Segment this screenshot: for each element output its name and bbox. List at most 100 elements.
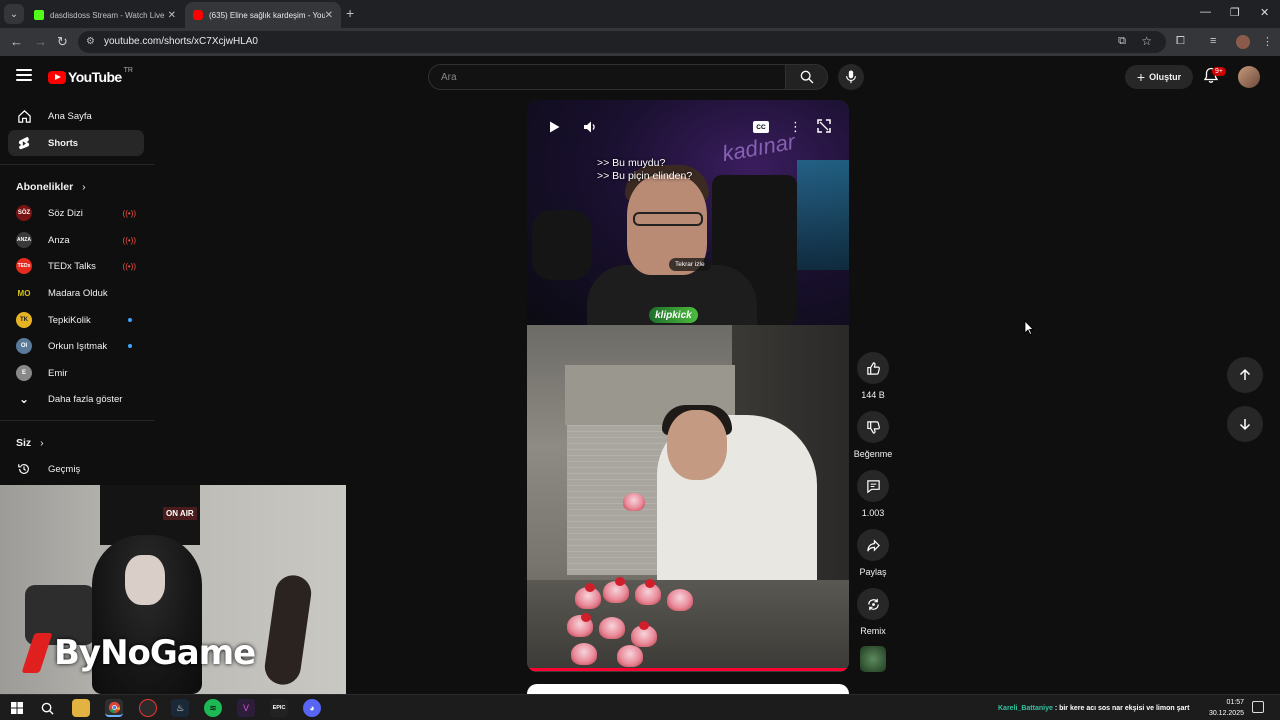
profile-avatar-icon[interactable] (1236, 35, 1250, 49)
pavlova-dessert (667, 589, 693, 611)
steam-icon[interactable]: ♨ (171, 699, 189, 717)
channel-avatar: OI (16, 338, 32, 354)
next-short-button[interactable] (1227, 406, 1263, 442)
create-label: Oluştur (1149, 72, 1182, 82)
channel-name: Anza (48, 234, 70, 246)
play-icon (550, 121, 560, 133)
previous-short-button[interactable] (1227, 357, 1263, 393)
extensions-icon[interactable]: ⧠ (1176, 35, 1185, 48)
dislike-label: Beğenme (853, 449, 893, 459)
share-button[interactable] (857, 529, 889, 561)
sidebar-item-soz-dizi[interactable]: SÖZ Söz Dizi ((•)) (8, 202, 144, 224)
system-clock[interactable]: 01:57 30.12.2025 (1198, 697, 1244, 719)
spotify-icon[interactable]: ≋ (204, 699, 222, 717)
chrome-icon[interactable] (105, 699, 123, 717)
sidebar-item-history[interactable]: Geçmiş (8, 458, 144, 480)
bynogame-logo: ByNoGame (21, 633, 256, 673)
address-bar-row: ← → ↻ ⚙ youtube.com/shorts/xC7XcjwHLA0 ⧉… (0, 28, 1280, 56)
search-button[interactable] (786, 64, 828, 90)
tab-search-button[interactable]: ⌄ (4, 4, 24, 24)
pavlova-in-hand (623, 493, 645, 511)
new-tab-button[interactable]: + (346, 5, 354, 21)
back-icon[interactable]: ← (10, 34, 23, 49)
show-more-label: Daha fazla göster (48, 393, 123, 405)
epic-games-icon[interactable]: EPIC (270, 699, 288, 717)
remix-button[interactable] (857, 588, 889, 620)
channel-name: Söz Dizi (48, 207, 83, 219)
sound-thumbnail[interactable] (860, 646, 886, 672)
sidebar-item-emir[interactable]: E Emir (8, 362, 144, 384)
omnibox[interactable]: ⚙ youtube.com/shorts/xC7XcjwHLA0 ⧉ ☆ (78, 31, 1166, 53)
browser-tab-strip: ⌄ dasdisdoss Stream - Watch Live ✕ (635)… (0, 0, 1280, 28)
file-explorer-icon[interactable] (72, 699, 90, 717)
replay-button[interactable]: Tekrar izle (669, 258, 711, 271)
reload-icon[interactable]: ↻ (57, 34, 68, 50)
minimize-icon[interactable]: — (1200, 6, 1211, 18)
captions-icon[interactable]: CC (753, 121, 769, 133)
sidebar-item-tedx-talks[interactable]: TEDx TEDx Talks ((•)) (8, 255, 144, 277)
windows-start-icon[interactable] (8, 699, 26, 717)
volume-icon (584, 121, 595, 133)
volume-button[interactable] (583, 120, 597, 139)
more-options-icon[interactable]: ⋮ (789, 119, 802, 135)
shorts-video-player[interactable]: kadınar >> Bu muydu? >> Bu piçin elinden… (527, 100, 849, 672)
sidebar-item-madara-olduk[interactable]: MO Madara Olduk (8, 282, 144, 304)
video-progress-bar[interactable] (527, 668, 849, 671)
search-input[interactable]: Ara (428, 64, 786, 90)
youtube-logo[interactable]: YouTube TR (48, 66, 133, 85)
pavlova-dessert (571, 643, 597, 665)
chevron-down-icon: ⌄ (18, 392, 30, 406)
channel-avatar: TEDx (16, 258, 32, 274)
close-window-icon[interactable]: ✕ (1260, 6, 1269, 19)
close-tab-icon[interactable]: ✕ (168, 10, 176, 21)
thumbs-up-icon (866, 361, 880, 375)
sidebar-item-label: Shorts (48, 137, 79, 149)
sidebar-divider (0, 420, 154, 421)
sidebar-item-label: Ana Sayfa (48, 110, 92, 122)
play-button[interactable] (547, 120, 561, 139)
you-heading[interactable]: Siz › (16, 437, 44, 449)
app-icon[interactable] (139, 699, 157, 717)
bookmark-star-icon[interactable]: ☆ (1141, 34, 1152, 48)
browser-menu-icon[interactable]: ⋮ (1262, 35, 1273, 48)
arrow-up-icon (1239, 368, 1251, 380)
shorts-icon (16, 136, 32, 151)
subscriptions-heading[interactable]: Abonelikler › (16, 181, 86, 193)
sidebar-item-shorts[interactable]: Shorts (8, 130, 144, 156)
media-control-icon[interactable]: ≡ (1210, 35, 1216, 47)
sidebar-item-home[interactable]: Ana Sayfa (8, 103, 144, 129)
channel-name: Madara Olduk (48, 287, 108, 299)
remix-action: Remix (853, 588, 893, 636)
close-tab-icon[interactable]: ✕ (325, 10, 333, 21)
notification-badge: 9+ (1212, 67, 1226, 76)
country-code: TR (123, 66, 133, 74)
sidebar-item-anza[interactable]: ANZA Anza ((•)) (8, 229, 144, 251)
discord-icon[interactable]: ◕ (303, 699, 321, 717)
man-head (667, 410, 727, 480)
create-button[interactable]: + Oluştur (1125, 65, 1193, 89)
video-bottom-half (527, 325, 849, 672)
channel-name: TepkiKolik (48, 314, 91, 326)
caption-line: >> Bu piçin elinden? (597, 170, 693, 182)
sidebar-item-orkun-isitmak[interactable]: OI Orkun Işıtmak (8, 335, 144, 357)
sidebar-item-tepkikolik[interactable]: TK TepkiKolik (8, 309, 144, 331)
comments-button[interactable] (857, 470, 889, 502)
site-info-icon[interactable]: ⚙ (86, 36, 95, 47)
account-avatar[interactable] (1238, 66, 1260, 88)
notification-center-icon[interactable] (1252, 701, 1264, 713)
fullscreen-button[interactable] (817, 119, 831, 138)
new-content-dot (128, 344, 132, 348)
forward-icon[interactable]: → (34, 34, 47, 49)
streaming-app-icon[interactable]: V (237, 699, 255, 717)
restore-icon[interactable]: ❐ (1230, 6, 1240, 19)
you-title: Siz (16, 437, 32, 449)
browser-tab-kick[interactable]: dasdisdoss Stream - Watch Live ✕ (26, 2, 184, 28)
search-icon[interactable] (38, 699, 56, 717)
show-more-button[interactable]: ⌄ Daha fazla göster (8, 388, 144, 410)
browser-tab-youtube[interactable]: (635) Eline sağlık kardeşim - YouTube ✕ (185, 2, 341, 28)
install-app-icon[interactable]: ⧉ (1118, 35, 1126, 48)
dislike-button[interactable] (857, 411, 889, 443)
voice-search-button[interactable] (838, 64, 864, 90)
like-button[interactable] (857, 352, 889, 384)
menu-icon[interactable] (16, 69, 32, 81)
